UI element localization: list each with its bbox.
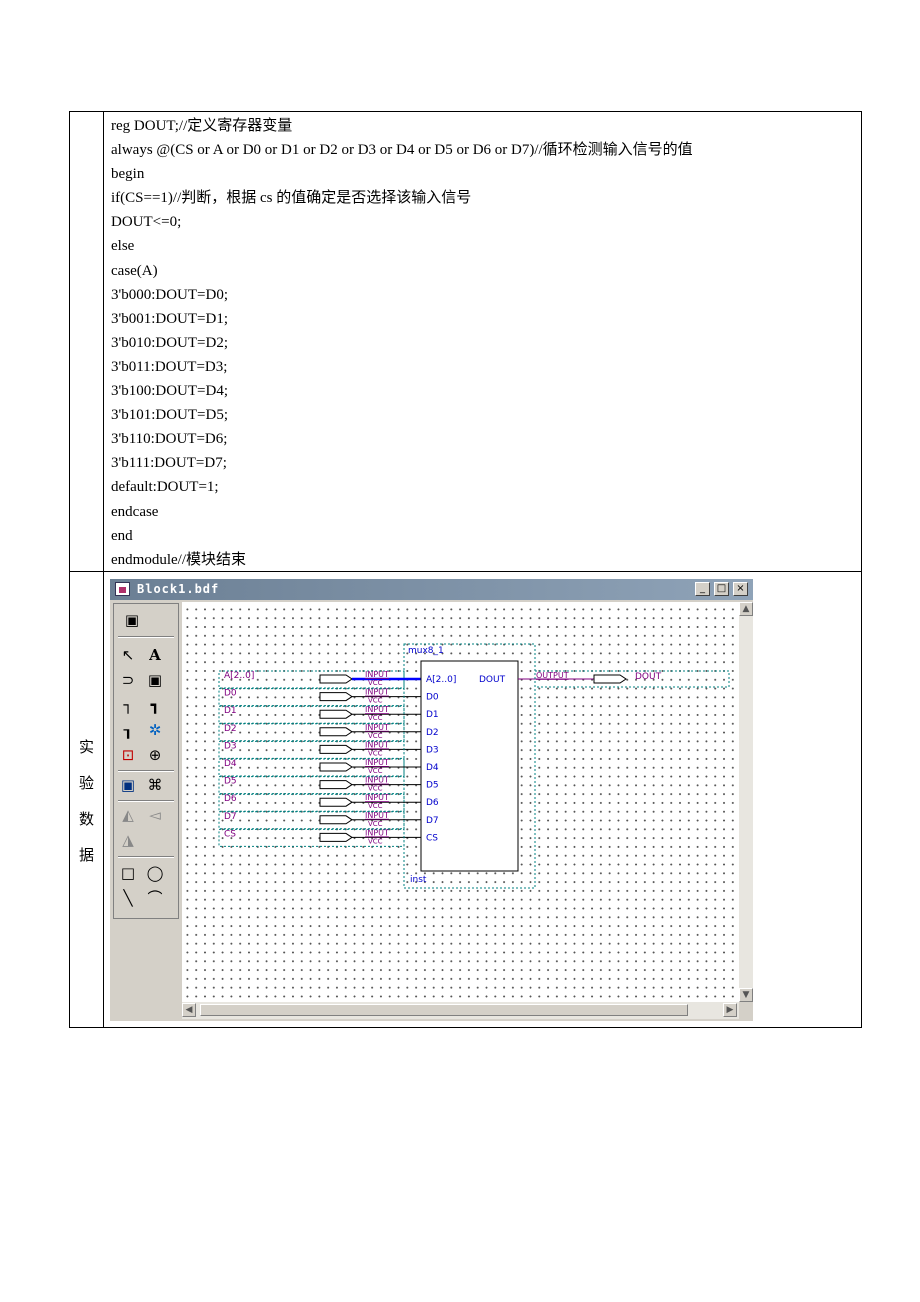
port-dout: DOUT [479, 675, 506, 685]
input-pin-default: VCC [368, 732, 383, 740]
input-pin-name: D2 [224, 724, 237, 734]
code-line: begin [111, 166, 145, 183]
input-pin-default: VCC [368, 714, 383, 722]
code-line: 3'b111:DOUT=D7; [111, 455, 227, 472]
input-pin-default: VCC [368, 837, 383, 845]
input-pin-name: CS [224, 829, 236, 839]
input-pin-name: D7 [224, 812, 237, 822]
scroll-left-arrow-icon[interactable]: ◀ [182, 1003, 196, 1017]
input-pin-type: INPUT [365, 793, 389, 802]
port-label: A[2..0] [426, 675, 456, 685]
input-pin-type: INPUT [365, 740, 389, 749]
code-line: endcase [111, 503, 159, 520]
schematic-drawing: A[2..0] INPUTVCCD0 INPUTVCCD1 INPUTVCCD2 INP… [218, 643, 730, 889]
input-pin-name: D5 [224, 777, 237, 787]
input-pin-default: VCC [368, 767, 383, 775]
quartus-block-editor-window: Block1.bdf _ □ × ▣ ↖ A ⊃ ▣ ┐ ┓ ┒ ✲ ⊡ ⊕ ▣… [110, 579, 753, 1021]
code-line: 3'b011:DOUT=D3; [111, 358, 228, 375]
input-pin-symbol[interactable] [319, 692, 353, 702]
row-label-char-2: 验 [78, 776, 94, 792]
input-pin-symbol[interactable] [319, 727, 353, 737]
input-pin-type: INPUT [365, 705, 389, 714]
horizontal-scrollbar[interactable]: ◀ ▶ [182, 1002, 739, 1019]
output-pin-type: OUTPUT [536, 671, 569, 680]
input-pin-symbol[interactable] [319, 744, 353, 754]
input-pin-name: D0 [224, 689, 237, 699]
input-pin-name: D1 [224, 706, 237, 716]
scroll-up-arrow-icon[interactable]: ▲ [739, 602, 753, 616]
input-pin-name: D3 [224, 741, 237, 751]
scrollbar-corner [739, 1002, 753, 1019]
input-pin-symbol[interactable] [319, 762, 353, 772]
input-pin-symbol[interactable] [319, 780, 353, 790]
output-pin-symbol[interactable] [593, 674, 627, 684]
verilog-code-block: reg DOUT;//定义寄存器变量 always @(CS or A or D0… [111, 114, 693, 572]
port-label: D2 [426, 728, 439, 738]
scroll-right-arrow-icon[interactable]: ▶ [723, 1003, 737, 1017]
row-label-char-3: 数 [78, 812, 94, 828]
code-line: 3'b101:DOUT=D5; [111, 407, 228, 424]
code-line: default:DOUT=1; [111, 479, 219, 496]
port-label: D6 [426, 798, 439, 808]
vertical-scrollbar[interactable]: ▲ ▼ [739, 602, 753, 1002]
input-pin-default: VCC [368, 697, 383, 705]
input-pin-type: INPUT [365, 688, 389, 697]
input-pin-symbol[interactable] [319, 815, 353, 825]
input-pin-symbol[interactable] [319, 797, 353, 807]
code-line: reg DOUT;//定义寄存器变量 [111, 118, 293, 134]
input-pin-default: VCC [368, 785, 383, 793]
input-pin-default: VCC [368, 679, 383, 687]
code-line: 3'b000:DOUT=D0; [111, 286, 228, 303]
input-pin-default: VCC [368, 820, 383, 828]
port-label: D7 [426, 816, 439, 826]
input-pin-name: A[2..0] [224, 671, 254, 681]
input-pin-type: INPUT [365, 776, 389, 785]
port-label: D4 [426, 763, 439, 773]
input-pin-symbol[interactable] [319, 832, 353, 842]
input-pin-name: D6 [224, 794, 237, 804]
code-line: if(CS==1)//判断，根据 cs 的值确定是否选择该输入信号 [111, 190, 472, 207]
code-line: 3'b001:DOUT=D1; [111, 310, 228, 327]
instance-label: inst [410, 875, 427, 885]
output-pin-name: DOUT [635, 672, 662, 682]
port-label: D5 [426, 781, 439, 791]
port-label: D1 [426, 710, 439, 720]
port-label: D0 [426, 693, 439, 703]
scroll-down-arrow-icon[interactable]: ▼ [739, 988, 753, 1002]
code-line: endmodule//模块结束 [111, 551, 246, 568]
code-line: end [111, 527, 133, 544]
input-pin-name: D4 [224, 759, 237, 769]
instance-name: mux8_1 [408, 646, 444, 656]
input-pin-default: VCC [368, 749, 383, 757]
code-line: DOUT<=0; [111, 214, 182, 231]
port-label: CS [426, 833, 438, 843]
code-line: 3'b010:DOUT=D2; [111, 334, 228, 351]
input-pin-default: VCC [368, 802, 383, 810]
code-line: case(A) [111, 262, 158, 279]
input-pin-symbol[interactable] [319, 674, 353, 684]
code-line: always @(CS or A or D0 or D1 or D2 or D3… [111, 142, 693, 159]
port-label: D3 [426, 745, 439, 755]
input-pin-type: INPUT [365, 723, 389, 732]
code-line: else [111, 238, 135, 255]
code-line: 3'b100:DOUT=D4; [111, 383, 228, 400]
row-label-char-4: 据 [78, 848, 94, 864]
input-pin-type: INPUT [365, 828, 389, 837]
column-divider [103, 112, 104, 1027]
input-pin-symbol[interactable] [319, 709, 353, 719]
horizontal-scroll-thumb[interactable] [200, 1004, 688, 1016]
input-pin-type: INPUT [365, 811, 389, 820]
input-pin-type: INPUT [365, 758, 389, 767]
code-line: 3'b110:DOUT=D6; [111, 431, 228, 448]
row-label-char-1: 实 [78, 740, 94, 756]
input-pin-type: INPUT [365, 670, 389, 679]
